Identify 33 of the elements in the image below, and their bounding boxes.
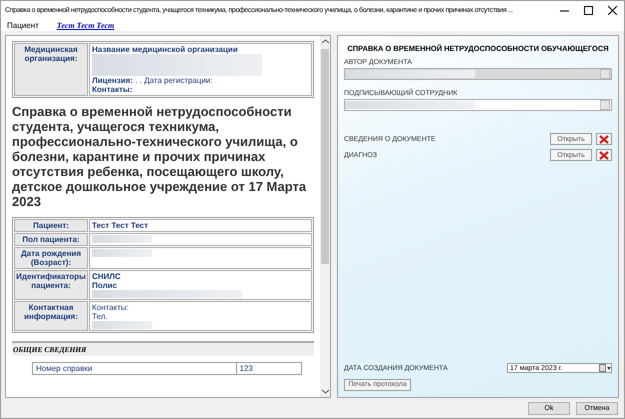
patient-field-value: Тел. [92, 312, 108, 321]
org-name: Название медицинской организации [92, 45, 239, 54]
patient-field-value: Контакты: [92, 303, 129, 312]
license-text: . . Дата регистрации: [135, 76, 213, 85]
org-label: Медицинская организация: [14, 43, 88, 96]
table-cell: 123 [236, 362, 302, 374]
patient-field-label: Контактная информация: [14, 301, 88, 331]
delete-icon [599, 134, 609, 144]
scroll-down-icon[interactable] [322, 389, 328, 394]
patient-link[interactable]: Тест Тест Тест [56, 20, 114, 30]
calendar-icon [599, 364, 611, 372]
document-heading: Справка о временной нетрудоспособности студента, учащегося техникума, профессионально-технического училища, о болезни, карантине и прочих причинах отсутствия ребенка, посещающего школу, детское дошкольное учреждение от 17 Марта 2023 [12, 104, 308, 209]
input-field[interactable] [344, 99, 612, 111]
patient-field-value: Тест Тест Тест [92, 221, 148, 230]
patient-field-label: Дата рождения (Возраст): [14, 247, 88, 269]
scrollbar[interactable] [320, 36, 330, 397]
license-label: Лицензия: [92, 76, 133, 85]
patient-label: Пациент [7, 20, 39, 30]
patient-field-value: СНИЛС [92, 272, 121, 281]
redacted-block [92, 321, 152, 329]
scroll-up-icon[interactable] [322, 39, 328, 44]
table-cell: Номер справки [32, 362, 236, 374]
patient-field-value: Полис [92, 281, 117, 290]
delete-button[interactable] [596, 133, 612, 145]
contacts-label: Контакты: [92, 85, 132, 94]
scroll-thumb[interactable] [321, 49, 329, 264]
delete-icon [599, 150, 609, 160]
patient-field-label: Пациент: [14, 219, 88, 232]
redacted-block [92, 235, 152, 243]
patient-field-label: Пол пациента: [14, 233, 88, 246]
delete-button[interactable] [596, 149, 612, 161]
redacted-block [92, 249, 152, 257]
patient-field-label: Идентификаторы пациента: [14, 270, 88, 300]
